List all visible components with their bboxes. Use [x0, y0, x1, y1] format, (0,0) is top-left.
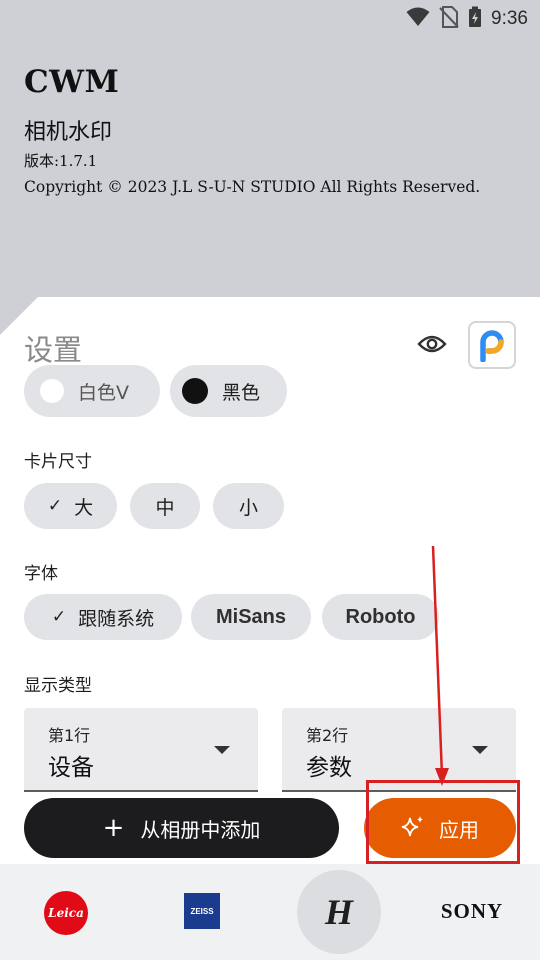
wifi-icon — [406, 7, 430, 31]
chip-size-medium-label: 中 — [155, 496, 175, 519]
row1-dropdown-value: 设备 — [48, 755, 94, 781]
plus-icon: + — [102, 813, 125, 843]
brand-bar: Leica ZEISS H SONY — [0, 864, 540, 960]
chip-color-white-label: 白色V — [78, 381, 129, 404]
brand-zeiss-button[interactable]: ZEISS — [184, 893, 220, 929]
chip-size-medium[interactable]: 中 — [130, 483, 200, 529]
brand-hasselblad-button[interactable]: H — [297, 870, 381, 954]
preview-toggle-button[interactable] — [414, 329, 450, 359]
brand-sony-button[interactable]: SONY — [424, 896, 520, 926]
chip-color-black[interactable]: 黑色 — [170, 365, 287, 417]
chip-font-system[interactable]: ✓ 跟随系统 — [24, 594, 182, 640]
row1-dropdown[interactable]: 第1行 设备 — [24, 708, 258, 792]
status-bar: 9:36 — [0, 0, 540, 36]
battery-charging-icon — [468, 6, 482, 32]
chip-font-misans-label: MiSans — [215, 605, 287, 628]
eye-icon — [417, 335, 447, 353]
row2-dropdown-value: 参数 — [306, 755, 352, 781]
card-size-label: 卡片尺寸 — [24, 452, 92, 472]
app-subtitle: 相机水印 — [24, 120, 113, 145]
copyright-text: Copyright © 2023 J.L S-U-N STUDIO All Ri… — [24, 178, 481, 196]
display-type-label: 显示类型 — [24, 676, 92, 696]
chip-size-small-label: 小 — [238, 496, 258, 519]
p-app-button[interactable] — [468, 321, 516, 369]
check-icon: ✓ — [51, 607, 67, 627]
chip-font-system-label: 跟随系统 — [78, 607, 155, 630]
brand-leica-button[interactable]: Leica — [44, 891, 88, 935]
chip-color-black-label: 黑色 — [222, 381, 261, 404]
sheet-corner-notch — [0, 297, 38, 335]
status-time: 9:36 — [491, 8, 528, 29]
zeiss-logo: ZEISS — [190, 906, 214, 916]
add-from-album-button[interactable]: + 从相册中添加 — [24, 798, 339, 858]
row1-dropdown-label: 第1行 — [48, 726, 91, 745]
app-name: CWM — [24, 64, 120, 100]
check-icon: ✓ — [47, 496, 63, 516]
black-swatch-icon — [182, 378, 208, 404]
dropdown-arrow-icon — [214, 746, 230, 754]
sony-logo: SONY — [440, 898, 504, 923]
dropdown-arrow-icon — [472, 746, 488, 754]
chip-font-roboto-label: Roboto — [345, 605, 416, 628]
chip-font-roboto[interactable]: Roboto — [322, 594, 439, 640]
p-logo-icon — [480, 330, 504, 362]
chip-color-white[interactable]: 白色V — [24, 365, 160, 417]
hasselblad-logo: H — [324, 892, 353, 932]
annotation-highlight-box — [366, 780, 520, 864]
add-from-album-label: 从相册中添加 — [140, 817, 261, 842]
app-header: 9:36 CWM 相机水印 版本:1.7.1 Copyright © 2023 … — [0, 0, 540, 340]
font-label: 字体 — [24, 564, 58, 584]
version-text: 版本:1.7.1 — [24, 152, 98, 170]
chip-size-large-label: 大 — [74, 496, 94, 519]
chip-size-small[interactable]: 小 — [213, 483, 284, 529]
row2-dropdown-label: 第2行 — [306, 726, 349, 745]
no-sim-icon — [439, 6, 459, 32]
white-swatch-icon — [40, 379, 64, 403]
chip-size-large[interactable]: ✓ 大 — [24, 483, 117, 529]
chip-font-misans[interactable]: MiSans — [191, 594, 311, 640]
leica-logo: Leica — [48, 906, 84, 920]
